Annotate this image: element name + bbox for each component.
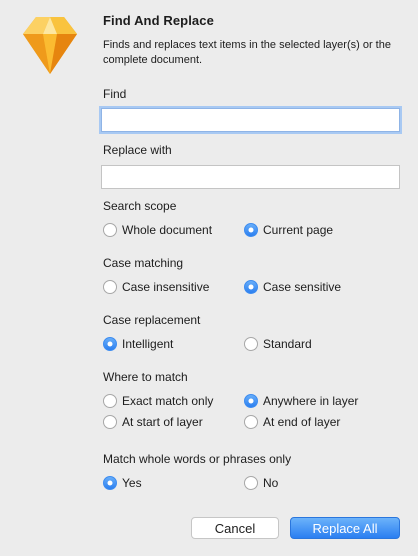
find-replace-dialog: Find And Replace Finds and replaces text… (0, 0, 418, 556)
sketch-diamond-icon (23, 17, 77, 74)
find-label: Find (103, 87, 127, 101)
replace-all-button[interactable]: Replace All (290, 517, 400, 539)
where-to-match-label: Where to match (103, 370, 188, 384)
radio-button-icon (244, 415, 258, 429)
radio-anywhere-in-layer[interactable]: Anywhere in layer (244, 394, 358, 408)
radio-whole-document[interactable]: Whole document (103, 223, 212, 237)
case-replacement-label: Case replacement (103, 313, 201, 327)
dialog-title: Find And Replace (103, 13, 214, 28)
radio-button-icon (244, 394, 258, 408)
radio-label: Whole document (122, 223, 213, 237)
radio-label: Yes (122, 476, 142, 490)
radio-button-icon (244, 476, 258, 490)
radio-button-icon (103, 280, 117, 294)
radio-button-icon (244, 337, 258, 351)
radio-case-sensitive[interactable]: Case sensitive (244, 280, 341, 294)
cancel-button[interactable]: Cancel (191, 517, 279, 539)
replace-label: Replace with (103, 143, 172, 157)
dialog-description: Finds and replaces text items in the sel… (103, 39, 391, 66)
radio-at-start-of-layer[interactable]: At start of layer (103, 415, 203, 429)
radio-label: Case insensitive (122, 280, 210, 294)
search-scope-label: Search scope (103, 199, 177, 213)
radio-whole-words-yes[interactable]: Yes (103, 476, 142, 490)
radio-button-icon (103, 415, 117, 429)
radio-label: At end of layer (263, 415, 341, 429)
radio-button-icon (244, 280, 258, 294)
replace-input[interactable] (101, 165, 400, 189)
radio-current-page[interactable]: Current page (244, 223, 333, 237)
radio-button-icon (103, 337, 117, 351)
radio-label: Standard (263, 337, 312, 351)
radio-standard[interactable]: Standard (244, 337, 312, 351)
radio-exact-match-only[interactable]: Exact match only (103, 394, 213, 408)
radio-label: No (263, 476, 279, 490)
radio-button-icon (103, 394, 117, 408)
radio-label: Anywhere in layer (263, 394, 359, 408)
radio-label: Intelligent (122, 337, 174, 351)
radio-at-end-of-layer[interactable]: At end of layer (244, 415, 340, 429)
radio-button-icon (103, 476, 117, 490)
radio-case-insensitive[interactable]: Case insensitive (103, 280, 209, 294)
radio-label: Exact match only (122, 394, 214, 408)
radio-label: At start of layer (122, 415, 203, 429)
radio-button-icon (244, 223, 258, 237)
radio-button-icon (103, 223, 117, 237)
radio-whole-words-no[interactable]: No (244, 476, 278, 490)
find-input[interactable] (101, 108, 400, 132)
radio-label: Case sensitive (263, 280, 342, 294)
whole-words-label: Match whole words or phrases only (103, 452, 292, 466)
radio-label: Current page (263, 223, 334, 237)
case-matching-label: Case matching (103, 256, 184, 270)
radio-intelligent[interactable]: Intelligent (103, 337, 173, 351)
